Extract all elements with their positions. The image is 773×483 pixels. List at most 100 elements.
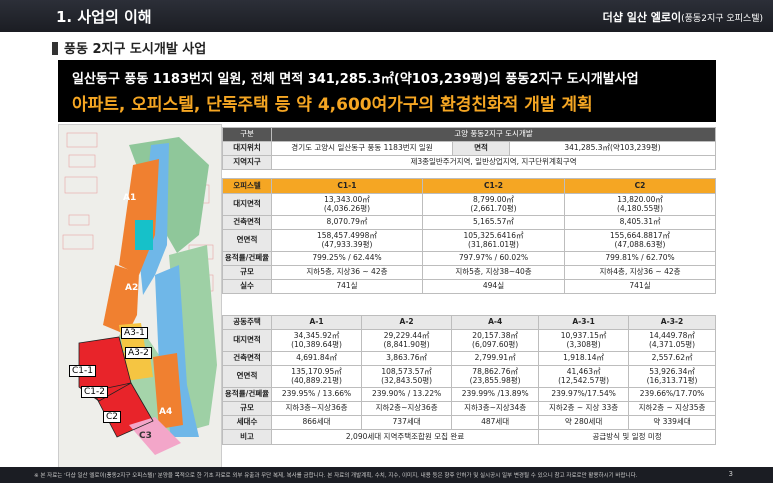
officetel-cell: 155,664.8817㎡ (47,088.63평) (564, 229, 716, 252)
officetel-cell: 13,343.00㎡ (4,036.26평) (271, 193, 423, 216)
officetel-cell: 741실 (564, 279, 716, 294)
apartment-col-a3-1: A-3-1 (538, 315, 630, 330)
apartment-cell: 지하3층~지상36층 (270, 401, 363, 416)
site-map-drawing (59, 125, 221, 468)
officetel-row: 건축면적 8,070.79㎡ 5,165.57㎡ 8,405.31㎡ (222, 215, 716, 230)
officetel-col-c1-2: C1-2 (421, 178, 566, 194)
apartment-head: 공동주택 (222, 315, 272, 330)
officetel-cell: 지하5층, 지상36 ~ 42층 (271, 265, 423, 280)
officetel-row-label: 용적률/건폐율 (222, 251, 272, 266)
apartment-cell: 41,463㎡ (12,542.57평) (538, 365, 630, 388)
page-number: 3 (728, 470, 733, 478)
officetel-col-c1-1: C1-1 (271, 178, 423, 194)
overview-loc-label: 대지위치 (222, 141, 272, 156)
officetel-cell: 494실 (421, 279, 566, 294)
officetel-cell: 13,820.00㎡ (4,180.55평) (564, 193, 716, 216)
officetel-cell: 8,405.31㎡ (564, 215, 716, 230)
apartment-cell: 약 280세대 (538, 415, 630, 430)
apartment-cell: 지하2층~지상36층 (361, 401, 453, 416)
officetel-row-label: 규모 (222, 265, 272, 280)
overview-area-label: 면적 (452, 141, 510, 156)
apartment-cell: 3,863.76㎡ (361, 351, 453, 366)
apartment-cell: 866세대 (270, 415, 363, 430)
site-map: A1 A2 A3-1 A3-2 A4 C1-1 C1-2 C2 C3 (58, 124, 222, 469)
apartment-col-a4: A-4 (451, 315, 540, 330)
brand-title: 더샵 일산 엘로이(풍동2지구 오피스텔) (603, 9, 763, 25)
map-label-a4: A4 (159, 407, 173, 417)
officetel-row: 규모 지하5층, 지상36 ~ 42층 지하5층, 지상38~40층 지하4층, 지상… (222, 265, 716, 280)
apartment-cell: 20,157.38㎡ (6,097.60평) (451, 329, 540, 352)
officetel-cell: 799.25% / 62.44% (271, 251, 423, 266)
apartment-row: 연면적 135,170.95㎡ (40,889.21평) 108,573.57㎡ (… (222, 365, 716, 388)
map-label-a3-1: A3-1 (121, 327, 148, 339)
summary-banner: 일산동구 풍동 1183번지 일원, 전체 면적 341,285.3㎡(약103… (58, 60, 716, 122)
apartment-cell: 29,229.44㎡ (8,841.90평) (361, 329, 453, 352)
overview-h-label: 구분 (222, 127, 272, 142)
officetel-col-c2: C2 (564, 178, 716, 194)
apartment-cell: 239.90% / 13.22% (361, 387, 453, 402)
apartment-cell: 지하2층 ~ 지상 33층 (538, 401, 630, 416)
apartment-row-label: 대지면적 (222, 329, 272, 352)
officetel-cell: 지하5층, 지상38~40층 (421, 265, 566, 280)
officetel-cell: 8,799.00㎡ (2,661.70평) (421, 193, 566, 216)
footer-bar: ※ 본 자료는 '더샵 일산 엘로이(풍동2지구 오피스텔)' 분양을 목적으로… (0, 467, 773, 483)
apartment-cell: 지하3층~지상34층 (451, 401, 540, 416)
overview-table: 구분 고양 풍동2지구 도시개발 대지위치 경기도 고양시 일산동구 풍동 11… (222, 127, 716, 170)
apartment-col-a1: A-1 (270, 315, 363, 330)
apartment-col-a2: A-2 (361, 315, 453, 330)
officetel-cell: 797.97% / 60.02% (421, 251, 566, 266)
overview-area-value: 341,285.3㎡(약103,239평) (509, 141, 716, 156)
apartment-cell: 53,926.34㎡ (16,313.71평) (628, 365, 716, 388)
apartment-cell: 78,862.76㎡ (23,855.98평) (451, 365, 540, 388)
banner-line1: 일산동구 풍동 1183번지 일원, 전체 면적 341,285.3㎡(약103… (72, 72, 639, 87)
officetel-row-label: 건축면적 (222, 215, 272, 230)
apartment-row-label: 용적률/건폐율 (222, 387, 272, 402)
apartment-cell: 2,557.62㎡ (628, 351, 716, 366)
officetel-cell: 799.81% / 62.70% (564, 251, 716, 266)
apartment-row-label: 건축면적 (222, 351, 272, 366)
apartment-cell: 14,449.78㎡ (4,371.05평) (628, 329, 716, 352)
map-label-c2: C2 (103, 411, 122, 423)
map-label-c1-2: C1-2 (81, 386, 108, 398)
officetel-row-label: 실수 (222, 279, 272, 294)
banner-line2: 아파트, 오피스텔, 단독주택 등 약 4,600여가구의 환경친화적 개발 계… (72, 95, 593, 115)
footer-disclaimer: ※ 본 자료는 '더샵 일산 엘로이(풍동2지구 오피스텔)' 분양을 목적으로… (34, 473, 638, 479)
brand-sub: (풍동2지구 오피스텔) (681, 14, 763, 24)
apartment-note-label: 비고 (222, 429, 272, 445)
apartment-row-label: 세대수 (222, 415, 272, 430)
apartment-cell: 737세대 (361, 415, 453, 430)
officetel-row: 연면적 158,457.4998㎡ (47,933.39평) 105,325.641… (222, 229, 716, 252)
apartment-cell: 34,345.92㎡ (10,389.64평) (270, 329, 363, 352)
map-label-a3-2: A3-2 (125, 347, 152, 359)
apartment-cell: 108,573.57㎡ (32,843.50평) (361, 365, 453, 388)
apartment-cell: 135,170.95㎡ (40,889.21평) (270, 365, 363, 388)
apartment-cell: 239.97%/17.54% (538, 387, 630, 402)
apartment-cell: 10,937.15㎡ (3,308평) (538, 329, 630, 352)
officetel-cell: 741실 (271, 279, 423, 294)
apartment-row: 용적률/건폐율 239.95% / 13.66% 239.90% / 13.22% 2… (222, 387, 716, 402)
officetel-table: 오피스텔 C1-1 C1-2 C2 대지면적 13,343.00㎡ (4,036.… (222, 178, 716, 294)
apartment-cell: 239.66%/17.70% (628, 387, 716, 402)
officetel-row-label: 연면적 (222, 229, 272, 252)
officetel-cell: 105,325.6416㎡ (31,861.01평) (421, 229, 566, 252)
apartment-cell: 487세대 (451, 415, 540, 430)
officetel-row: 용적률/건폐율 799.25% / 62.44% 797.97% / 60.02% 7… (222, 251, 716, 266)
map-label-c3: C3 (139, 431, 152, 441)
apartment-cell: 4,691.84㎡ (270, 351, 363, 366)
overview-loc-value: 경기도 고양시 일산동구 풍동 1183번지 일원 (271, 141, 453, 156)
apartment-cell: 1,918.14㎡ (538, 351, 630, 366)
subtitle-text: 풍동 2지구 도시개발 사업 (64, 42, 207, 57)
brand-name: 더샵 일산 엘로이 (602, 11, 682, 24)
map-label-a1: A1 (123, 193, 137, 203)
apartment-row: 대지면적 34,345.92㎡ (10,389.64평) 29,229.44㎡ (8… (222, 329, 716, 352)
apartment-table: 공동주택 A-1 A-2 A-4 A-3-1 A-3-2 대지면적 34,345.… (222, 315, 716, 445)
apartment-row-label: 연면적 (222, 365, 272, 388)
map-label-c1-1: C1-1 (69, 365, 96, 377)
officetel-row: 실수 741실 494실 741실 (222, 279, 716, 294)
officetel-row-label: 대지면적 (222, 193, 272, 216)
officetel-row: 대지면적 13,343.00㎡ (4,036.26평) 8,799.00㎡ (2,6… (222, 193, 716, 216)
apartment-cell: 239.95% / 13.66% (270, 387, 363, 402)
apartment-note-left: 2,090세대 지역주택조합원 모집 완료 (270, 429, 540, 445)
subtitle-marker (52, 42, 58, 55)
overview-h-value: 고양 풍동2지구 도시개발 (271, 127, 716, 142)
